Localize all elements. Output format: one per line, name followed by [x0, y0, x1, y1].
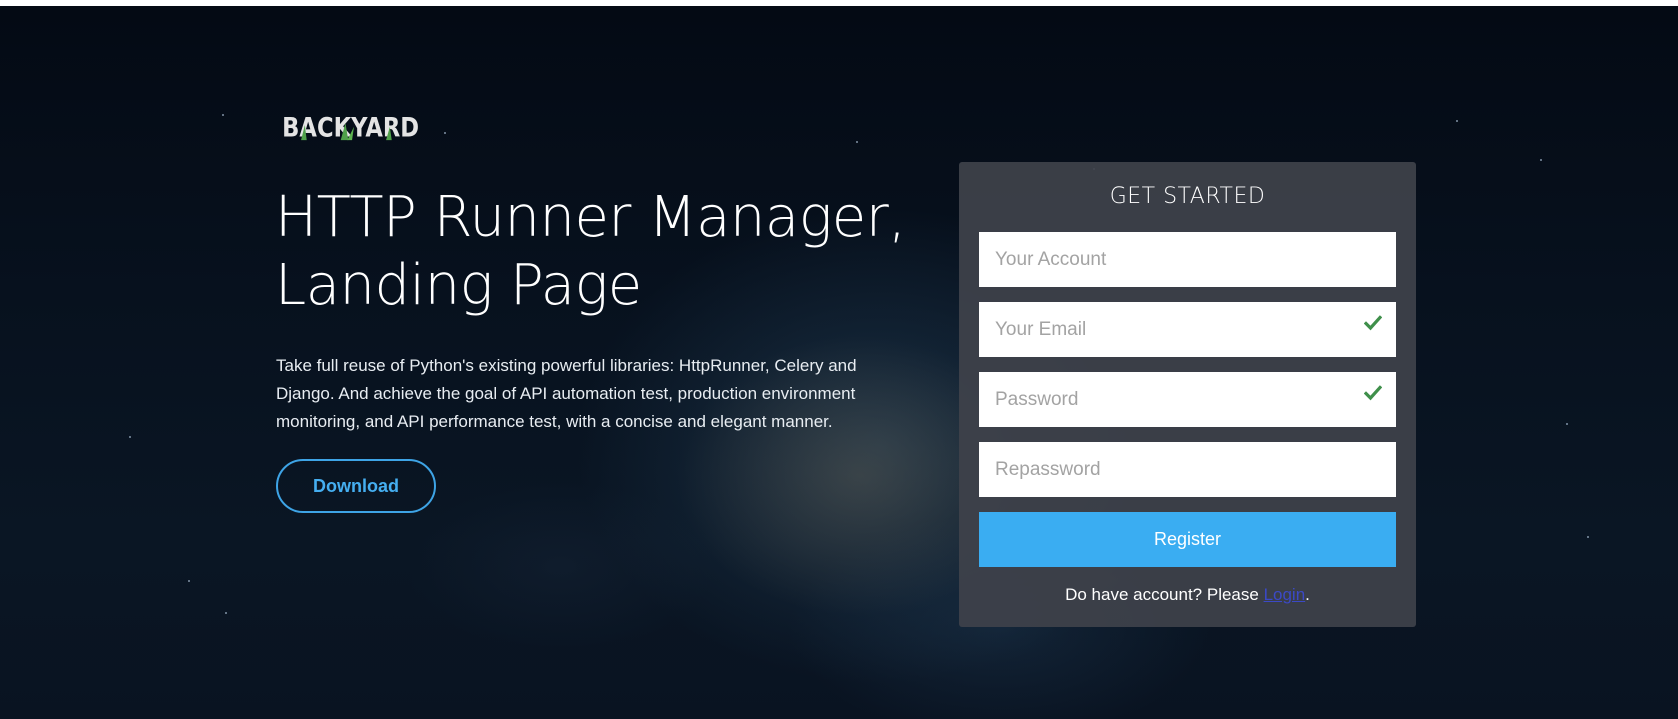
login-prompt: Do have account? Please Login.: [979, 585, 1396, 605]
email-field: [979, 302, 1396, 357]
account-field: [979, 232, 1396, 287]
page-headline: HTTP Runner Manager, Landing Page: [275, 184, 915, 320]
password-input[interactable]: [979, 372, 1396, 427]
form-title: GET STARTED: [1109, 184, 1266, 209]
backyard-logo: BACKYARD: [282, 112, 419, 142]
download-button[interactable]: Download: [276, 459, 436, 513]
star: [188, 580, 190, 582]
register-form-panel: GET STARTED Register Do have acc: [959, 162, 1416, 627]
headline-line-2: Landing Page: [275, 253, 642, 318]
repassword-field: [979, 442, 1396, 497]
star: [1456, 120, 1458, 122]
check-icon: [1364, 385, 1382, 401]
login-link[interactable]: Login: [1264, 585, 1306, 604]
page: BACKYARD HTTP Runner Manager, Landing Pa…: [0, 0, 1678, 719]
star: [129, 436, 131, 438]
check-icon: [1364, 315, 1382, 331]
hero-description: Take full reuse of Python's existing pow…: [276, 356, 857, 431]
star: [1587, 536, 1589, 538]
register-button[interactable]: Register: [979, 512, 1396, 567]
star: [856, 141, 858, 143]
login-prompt-text: Do have account? Please: [1065, 585, 1264, 604]
email-input[interactable]: [979, 302, 1396, 357]
star: [444, 132, 446, 134]
repassword-input[interactable]: [979, 442, 1396, 497]
login-prompt-suffix: .: [1305, 585, 1310, 604]
account-input[interactable]: [979, 232, 1396, 287]
star: [1540, 159, 1542, 161]
star: [1566, 423, 1568, 425]
headline-line-1: HTTP Runner Manager,: [275, 185, 906, 250]
star: [222, 114, 224, 116]
hero-background: BACKYARD HTTP Runner Manager, Landing Pa…: [0, 6, 1678, 719]
star: [225, 612, 227, 614]
password-field: [979, 372, 1396, 427]
